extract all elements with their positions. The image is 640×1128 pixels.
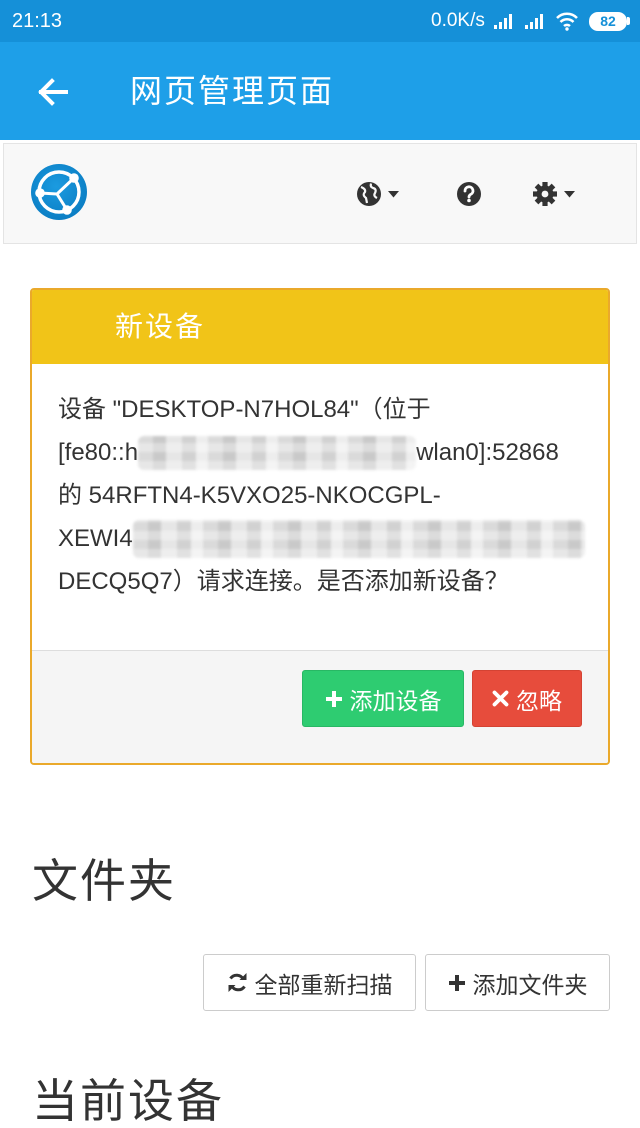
message-text: XEWI4 bbox=[58, 525, 133, 552]
navbar bbox=[3, 143, 637, 244]
folders-heading: 文件夹 bbox=[32, 855, 176, 907]
add-device-label: 添加设备 bbox=[349, 687, 442, 714]
page-title: 网页管理页面 bbox=[130, 73, 335, 109]
ignore-button[interactable]: 忽略 bbox=[472, 670, 582, 727]
globe-icon bbox=[357, 182, 381, 206]
plus-icon bbox=[325, 690, 342, 707]
question-circle-icon bbox=[457, 182, 481, 206]
battery-icon: 82 bbox=[589, 12, 627, 31]
message-line: 的 54RFTN4-K5VXO25-NKOCGPL- bbox=[58, 474, 608, 517]
syncthing-logo-icon bbox=[31, 164, 87, 220]
refresh-icon bbox=[228, 973, 246, 992]
ignore-label: 忽略 bbox=[516, 687, 562, 714]
network-speed: 0.0K/s bbox=[431, 10, 485, 31]
message-text: [fe80::h bbox=[58, 439, 139, 466]
brand-logo[interactable] bbox=[30, 163, 88, 221]
message-line: XEWI4 bbox=[58, 517, 608, 560]
times-icon bbox=[492, 690, 509, 707]
gear-icon bbox=[533, 182, 557, 206]
message-text: DECQ5Q7）请求连接。是否添加新设备？ bbox=[58, 568, 509, 595]
status-bar: 21:13 0.0K/s 82 bbox=[0, 0, 640, 42]
plus-icon bbox=[448, 974, 465, 991]
add-folder-label: 添加文件夹 bbox=[472, 971, 588, 998]
panel-footer: 添加设备 忽略 bbox=[32, 650, 608, 763]
message-text: 的 54RFTN4-K5VXO25-NKOCGPL- bbox=[58, 482, 441, 509]
rescan-all-button[interactable]: 全部重新扫描 bbox=[203, 954, 416, 1011]
status-time: 21:13 bbox=[12, 10, 63, 32]
back-button[interactable] bbox=[30, 74, 74, 110]
add-folder-button[interactable]: 添加文件夹 bbox=[425, 954, 610, 1011]
rescan-all-label: 全部重新扫描 bbox=[254, 971, 393, 998]
blurred-region bbox=[132, 519, 585, 558]
wifi-icon bbox=[556, 12, 578, 31]
message-line: DECQ5Q7）请求连接。是否添加新设备？ bbox=[58, 560, 608, 603]
add-device-button[interactable]: 添加设备 bbox=[302, 670, 464, 727]
blurred-region bbox=[138, 435, 417, 470]
language-menu-button[interactable] bbox=[356, 180, 399, 208]
battery-nub bbox=[627, 17, 630, 25]
panel-title: 新设备 bbox=[32, 290, 608, 364]
chevron-down-icon bbox=[388, 190, 399, 197]
panel-body: 设备 "DESKTOP-N7HOL84"（位于 [fe80::h wlan0]:… bbox=[32, 364, 608, 650]
cell-signal-icon bbox=[494, 14, 512, 29]
message-line: 设备 "DESKTOP-N7HOL84"（位于 bbox=[58, 388, 608, 431]
chevron-down-icon bbox=[564, 190, 575, 197]
cell-signal-icon bbox=[525, 14, 543, 29]
help-button[interactable] bbox=[456, 180, 482, 208]
this-device-heading: 当前设备 bbox=[32, 1075, 224, 1127]
app-bar: 网页管理页面 bbox=[0, 42, 640, 140]
new-device-panel: 新设备 设备 "DESKTOP-N7HOL84"（位于 [fe80::h wla… bbox=[30, 288, 610, 765]
arrow-left-icon bbox=[38, 78, 68, 106]
message-text: 设备 "DESKTOP-N7HOL84"（位于 bbox=[58, 396, 431, 423]
settings-menu-button[interactable] bbox=[532, 180, 575, 208]
message-line: [fe80::h wlan0]:52868 bbox=[58, 431, 608, 474]
message-text: wlan0]:52868 bbox=[416, 439, 559, 466]
